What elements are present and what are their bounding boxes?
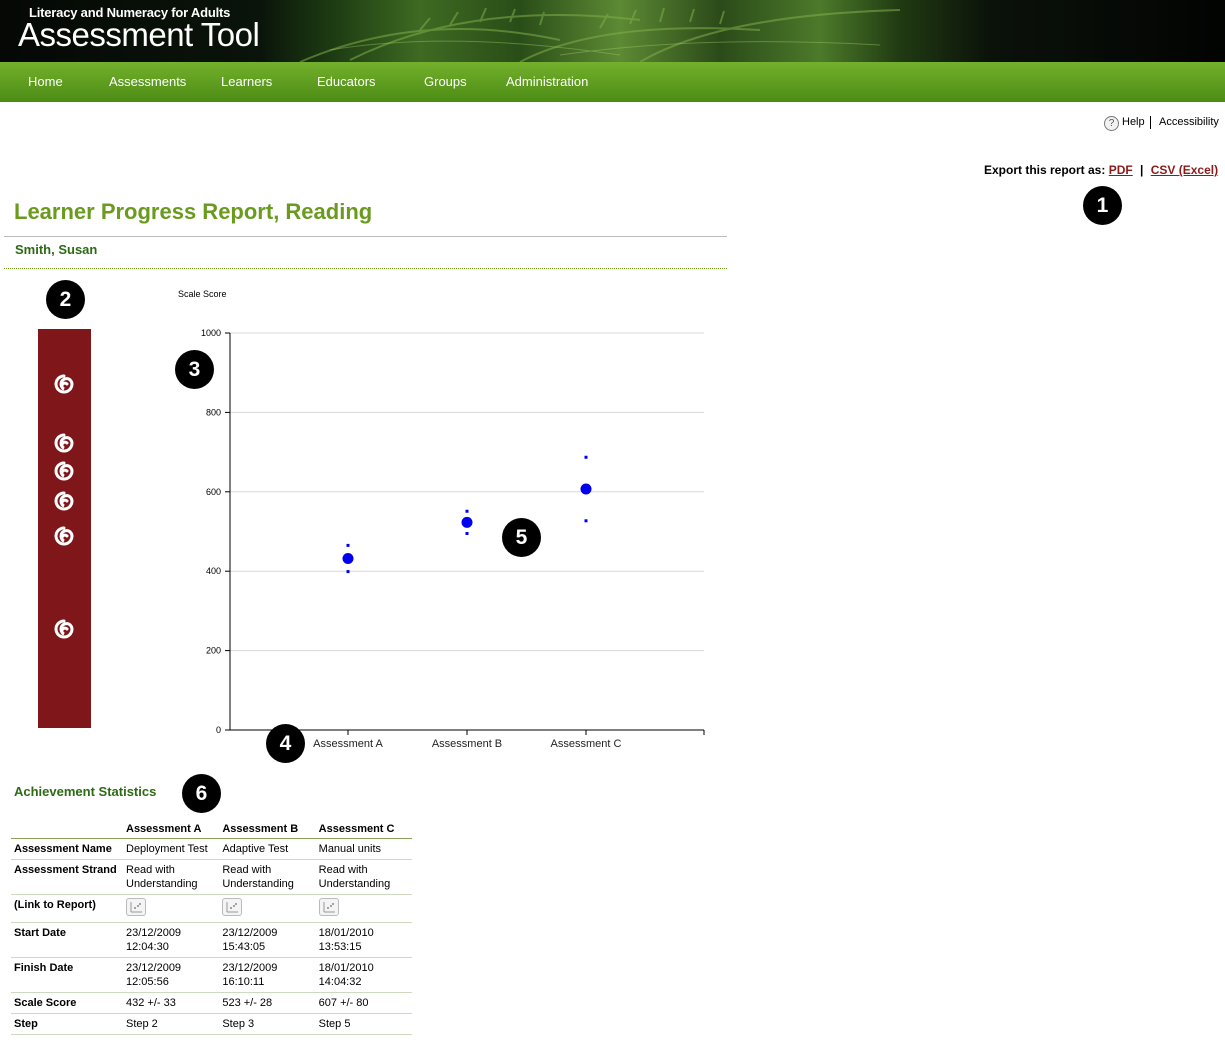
y-tick-label: 800: [206, 407, 221, 417]
error-low-marker: [584, 519, 588, 523]
koru-icon: [54, 491, 74, 511]
table-cell: Read with Understanding: [219, 859, 316, 895]
callout-6: 6: [182, 774, 221, 813]
export-prefix: Export this report as:: [984, 163, 1106, 177]
table-cell: Adaptive Test: [219, 838, 316, 860]
row-label: (Link to Report): [11, 894, 123, 923]
page-title: Learner Progress Report, Reading: [14, 199, 373, 224]
row-label: Step: [11, 1013, 123, 1035]
export-separator: |: [1140, 163, 1144, 177]
koru-icon: [54, 619, 74, 639]
y-tick-label: 600: [206, 487, 221, 497]
report-chart-icon[interactable]: [222, 898, 243, 916]
table-cell: 523 +/- 28: [219, 992, 316, 1014]
achievement-stats-table: Assessment A Assessment B Assessment C A…: [11, 819, 412, 1035]
name-divider: [4, 268, 727, 269]
error-high-marker: [465, 509, 469, 513]
export-csv-link[interactable]: CSV (Excel): [1151, 163, 1218, 177]
koru-icon: [54, 461, 74, 481]
table-cell: 18/01/2010 14:04:32: [315, 957, 412, 993]
nav-educators[interactable]: Educators: [317, 62, 376, 102]
row-label: Assessment Strand: [11, 859, 123, 895]
stats-corner: [11, 819, 123, 839]
col-header-a: Assessment A: [123, 819, 220, 839]
table-cell: Read with Understanding: [315, 859, 412, 895]
koru-icon: [54, 374, 74, 394]
table-cell: Manual units: [315, 838, 412, 860]
step-indicator-bar: [38, 329, 91, 728]
table-row: Scale Score 432 +/- 33 523 +/- 28 607 +/…: [11, 992, 412, 1014]
util-divider: [1150, 116, 1151, 129]
nav-groups[interactable]: Groups: [424, 62, 467, 102]
row-label: Assessment Name: [11, 838, 123, 860]
error-low-marker: [346, 570, 350, 574]
table-cell: 432 +/- 33: [123, 992, 220, 1014]
title-divider: [4, 236, 727, 237]
table-row: Assessment Strand Read with Understandin…: [11, 859, 412, 895]
y-tick-label: 0: [216, 725, 221, 735]
error-high-marker: [584, 455, 588, 459]
data-point: [461, 516, 473, 528]
nav-administration[interactable]: Administration: [506, 62, 588, 102]
help-link[interactable]: Help: [1122, 116, 1145, 128]
x-tick-label: Assessment C: [551, 738, 622, 750]
table-cell: 23/12/2009 16:10:11: [219, 957, 316, 993]
table-row: Start Date 23/12/2009 12:04:30 23/12/200…: [11, 922, 412, 958]
koru-icon: [54, 526, 74, 546]
table-cell: Read with Understanding: [123, 859, 220, 895]
learner-name: Smith, Susan: [15, 242, 98, 257]
data-point: [342, 552, 354, 564]
table-cell: Step 5: [315, 1013, 412, 1035]
error-high-marker: [346, 543, 350, 547]
stats-title: Achievement Statistics: [14, 784, 157, 799]
report-chart-icon[interactable]: [126, 898, 146, 916]
x-tick-label: Assessment A: [313, 738, 383, 750]
table-row: (Link to Report): [11, 894, 412, 923]
y-tick-label: 1000: [201, 328, 221, 338]
app-title: Assessment Tool: [18, 16, 260, 53]
y-tick-label: 200: [206, 646, 221, 656]
table-cell: Step 3: [219, 1013, 316, 1035]
help-icon[interactable]: ?: [1104, 116, 1119, 131]
col-header-b: Assessment B: [219, 819, 316, 839]
nav-learners[interactable]: Learners: [221, 62, 272, 102]
table-cell: Deployment Test: [123, 838, 220, 860]
table-cell: 607 +/- 80: [315, 992, 412, 1014]
export-pdf-link[interactable]: PDF: [1109, 163, 1133, 177]
nav-assessments[interactable]: Assessments: [109, 62, 186, 102]
row-label: Scale Score: [11, 992, 123, 1014]
report-chart-icon[interactable]: [318, 898, 339, 916]
callout-2: 2: [46, 280, 85, 319]
nav-home[interactable]: Home: [28, 62, 63, 102]
data-point: [580, 483, 592, 495]
row-label: Start Date: [11, 922, 123, 958]
table-row: Finish Date 23/12/2009 12:05:56 23/12/20…: [11, 957, 412, 993]
table-cell: 23/12/2009 15:43:05: [219, 922, 316, 958]
x-tick-label: Assessment B: [432, 738, 502, 750]
callout-1: 1: [1083, 186, 1122, 225]
table-cell: 18/01/2010 13:53:15: [315, 922, 412, 958]
table-cell: 23/12/2009 12:05:56: [123, 957, 220, 993]
table-row: Step Step 2 Step 3 Step 5: [11, 1013, 412, 1035]
y-axis-label: Scale Score: [178, 289, 227, 299]
main-nav: Home Assessments Learners Educators Grou…: [0, 62, 1225, 102]
error-low-marker: [465, 531, 469, 535]
y-tick-label: 400: [206, 566, 221, 576]
table-row: Assessment Name Deployment Test Adaptive…: [11, 838, 412, 860]
accessibility-link[interactable]: Accessibility: [1159, 116, 1219, 128]
table-cell: Step 2: [123, 1013, 220, 1035]
row-label: Finish Date: [11, 957, 123, 993]
scale-score-chart: Scale Score 0 200 400 600 800 1000 Assessment A…: [178, 289, 705, 750]
koru-icon: [54, 433, 74, 453]
table-cell: 23/12/2009 12:04:30: [123, 922, 220, 958]
export-bar: Export this report as: PDF | CSV (Excel): [984, 163, 1218, 177]
col-header-c: Assessment C: [315, 819, 412, 839]
header-banner: Literacy and Numeracy for Adults Assessm…: [0, 0, 1225, 62]
